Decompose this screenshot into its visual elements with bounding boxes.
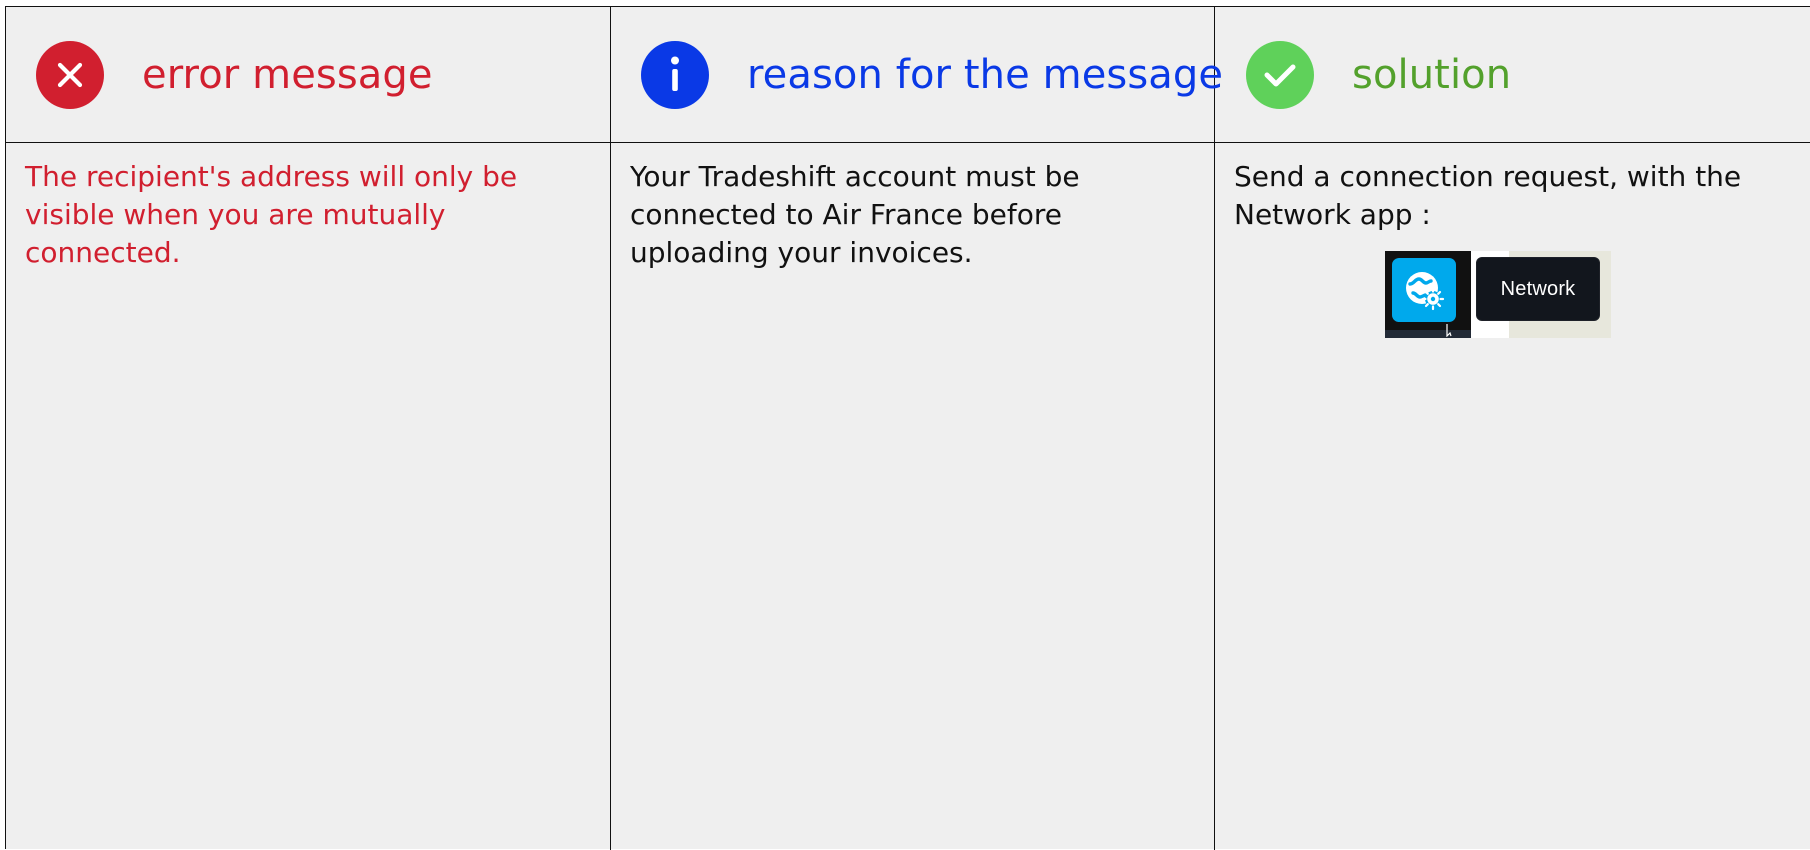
header-cell-reason: reason for the message bbox=[611, 7, 1223, 143]
reason-cell: Your Tradeshift account must be connecte… bbox=[611, 143, 1215, 272]
close-circle-icon bbox=[36, 41, 104, 109]
header-solution-title: solution bbox=[1352, 52, 1512, 98]
header-error-title: error message bbox=[142, 52, 433, 98]
reason-text: Your Tradeshift account must be connecte… bbox=[630, 160, 1080, 269]
error-message-text: The recipient's address will only be vis… bbox=[25, 160, 518, 269]
mouse-cursor-icon bbox=[1446, 324, 1452, 337]
header-cell-error: error message bbox=[6, 7, 611, 143]
error-solution-table: error message reason for the message sol… bbox=[5, 6, 1810, 850]
solution-cell: Send a connection request, with the Netw… bbox=[1215, 143, 1810, 234]
header-reason-title: reason for the message bbox=[747, 52, 1224, 98]
header-cell-solution: solution bbox=[1215, 7, 1810, 143]
network-tooltip: Network bbox=[1476, 257, 1600, 321]
info-circle-icon bbox=[641, 41, 709, 109]
network-globe-icon[interactable] bbox=[1392, 258, 1456, 322]
error-message-cell: The recipient's address will only be vis… bbox=[6, 143, 611, 272]
check-circle-icon bbox=[1246, 41, 1314, 109]
solution-text: Send a connection request, with the Netw… bbox=[1234, 160, 1742, 231]
network-app-preview: Network bbox=[1385, 251, 1611, 338]
network-app-bottom-line bbox=[1385, 330, 1471, 338]
